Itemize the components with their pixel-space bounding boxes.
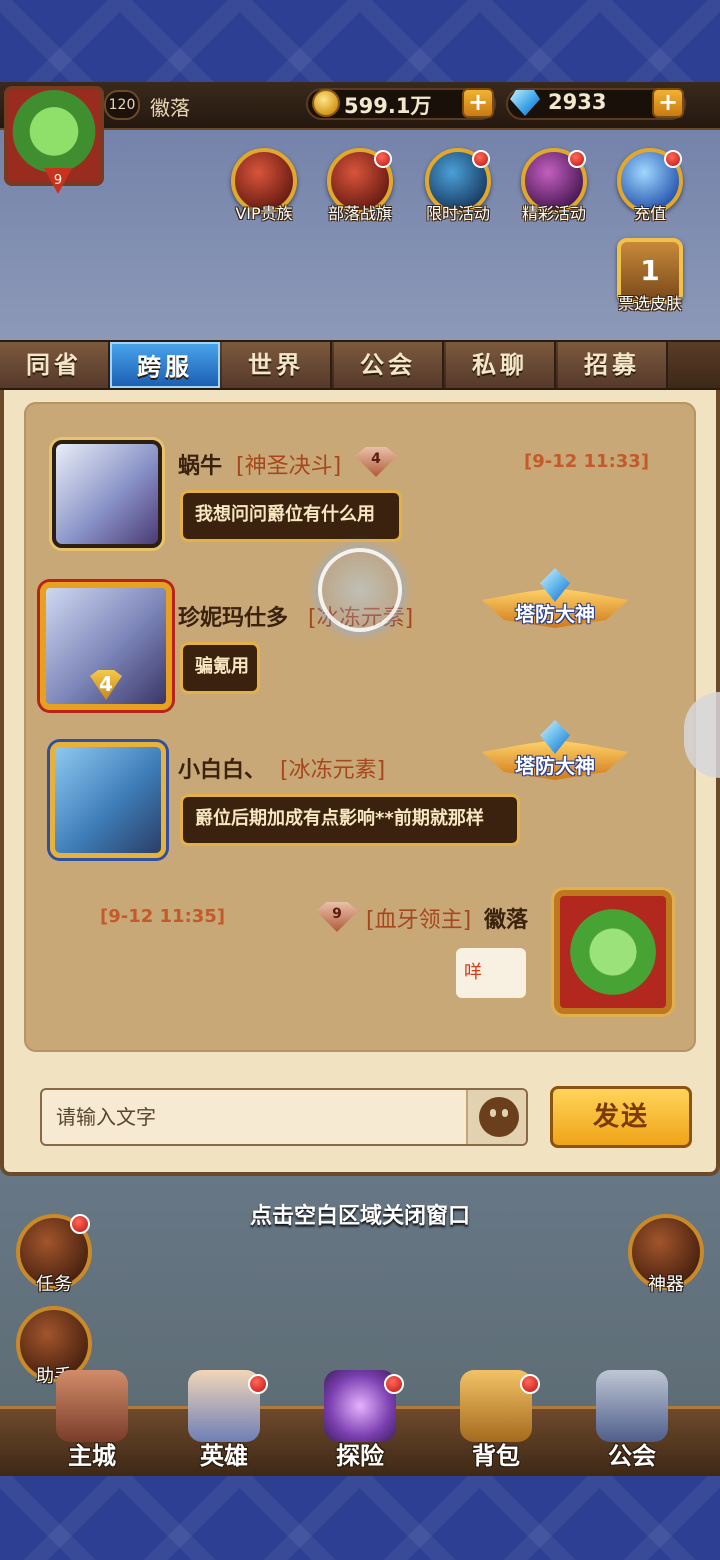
event-recharge[interactable]: 充值 [612,148,688,228]
tab-world[interactable]: 世界 [222,342,332,388]
notification-dot [374,150,392,168]
notification-dot [568,150,586,168]
message-avatar[interactable]: 4 [40,582,172,710]
message-avatar[interactable] [50,742,166,858]
top-letterbox [0,0,720,82]
nav-main-city[interactable]: 主城 [42,1370,142,1474]
emoji-button[interactable] [466,1090,526,1144]
event-recharge-label: 充值 [633,204,666,223]
tab-province[interactable]: 同省 [0,342,110,388]
gold-amount: 599.1万 [344,94,432,118]
badge-title: 塔防大神 [515,602,595,626]
tap-indicator [318,548,402,632]
chat-input[interactable]: 请输入文字 [40,1088,528,1146]
event-skin-vote-label: 票选皮肤 [617,294,682,313]
event-vip-label: VIP贵族 [235,204,293,223]
close-window-hint: 点击空白区域关闭窗口 [249,1204,470,1229]
gold-coin-icon [312,89,340,117]
guild-tower-icon [596,1370,668,1442]
message-guild: [神圣决斗] [236,454,342,479]
message-username: 珍妮玛仕多 [178,606,289,631]
player-level-badge: 120 [104,90,140,120]
message-bubble: 骗氪用 [180,642,260,694]
message-guild: [冰冻元素] [280,758,386,783]
gem-amount: 2933 [548,90,607,114]
side-artifact-label: 神器 [648,1274,684,1295]
message-avatar[interactable] [52,440,162,548]
castle-icon [56,1370,128,1442]
message-avatar-self[interactable] [554,890,672,1014]
nav-heroes[interactable]: 英雄 [174,1370,274,1474]
nav-bag-label: 背包 [472,1442,520,1470]
nav-explore-label: 探险 [336,1442,384,1470]
add-gem-button[interactable]: + [652,88,684,118]
notification-dot [664,150,682,168]
tab-recruit[interactable]: 招募 [558,342,668,388]
message-bubble-self: 咩 [454,946,528,1000]
nav-guild[interactable]: 公会 [582,1370,682,1474]
event-war-banner[interactable]: 部落战旗 [322,148,398,228]
notification-dot [248,1374,268,1394]
event-war-banner-label: 部落战旗 [327,204,392,223]
message-timestamp: [9-12 11:33] [524,451,650,472]
send-button[interactable]: 发送 [550,1086,692,1148]
add-gold-button[interactable]: + [462,88,494,118]
bottom-letterbox [0,1476,720,1560]
message-username: 徽落 [484,908,529,933]
message-bubble: 爵位后期加成有点影响**前期就那样 [180,794,520,846]
tab-cross-server[interactable]: 跨服 [110,342,220,388]
event-skin-vote[interactable]: 1 票选皮肤 [612,238,688,318]
player-name: 徽落 [150,96,190,120]
notification-dot [384,1374,404,1394]
notification-dot [70,1214,90,1234]
event-limited-label: 限时活动 [425,204,490,223]
nav-main-city-label: 主城 [68,1442,116,1470]
event-featured-label: 精彩活动 [521,204,586,223]
notification-dot [472,150,490,168]
player-avatar[interactable]: 9 [4,86,104,194]
avatar-level-badge: 4 [90,670,122,700]
nav-guild-label: 公会 [608,1442,656,1470]
tab-private[interactable]: 私聊 [446,342,556,388]
tower-defense-master-badge: 塔防大神 [482,568,628,644]
event-vip[interactable]: VIP贵族 [226,148,302,228]
tower-defense-master-badge: 塔防大神 [482,720,628,796]
message-username: 蜗牛 [178,454,223,479]
nav-bag[interactable]: 背包 [446,1370,546,1474]
smiley-icon [479,1097,519,1137]
event-limited[interactable]: 限时活动 [420,148,496,228]
side-artifact-button[interactable]: 神器 [628,1214,704,1295]
notification-dot [520,1374,540,1394]
message-username: 小白白、 [178,758,267,783]
nav-heroes-label: 英雄 [200,1442,248,1470]
message-guild: [血牙领主] [366,908,472,933]
side-quest-button[interactable]: 任务 [16,1214,92,1295]
tab-guild[interactable]: 公会 [334,342,444,388]
badge-title: 塔防大神 [515,754,595,778]
message-timestamp: [9-12 11:35] [100,906,226,927]
event-featured[interactable]: 精彩活动 [516,148,592,228]
nav-explore[interactable]: 探险 [310,1370,410,1474]
side-quest-label: 任务 [36,1274,72,1295]
message-bubble: 我想问问爵位有什么用 [180,490,402,542]
